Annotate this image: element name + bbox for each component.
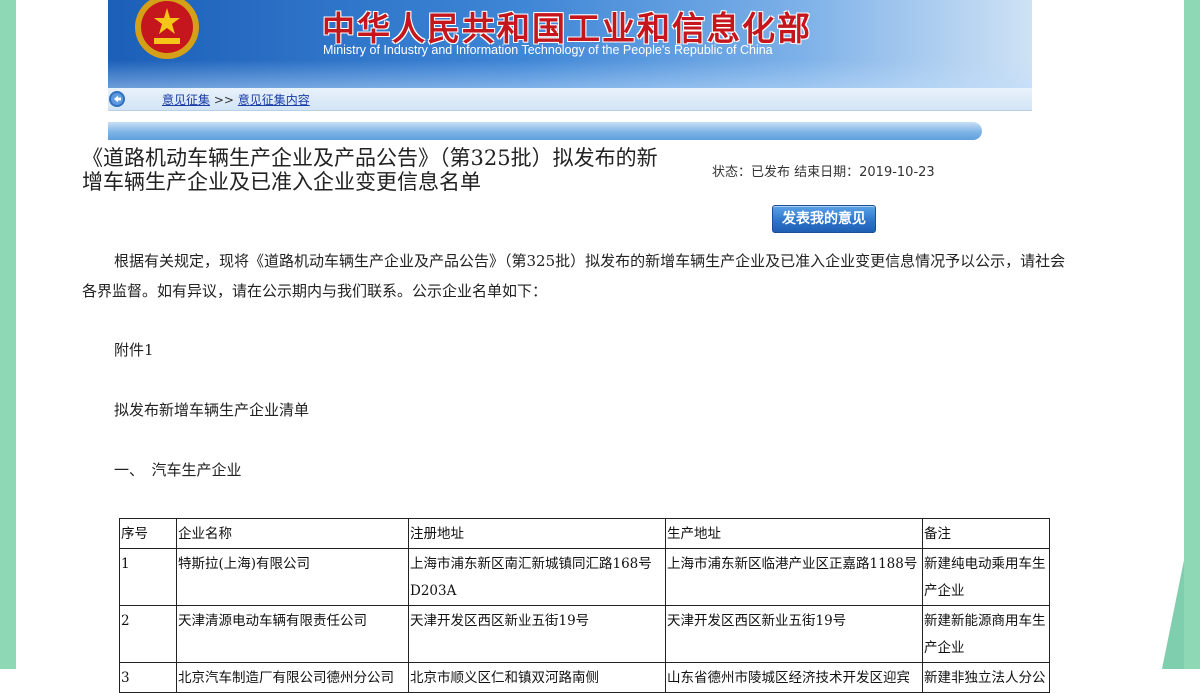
table-cell: 上海市浦东新区临港产业区正嘉路1188号 xyxy=(665,548,923,606)
corner-decoration xyxy=(1162,560,1184,669)
table-cell: 天津开发区西区新业五街19号 xyxy=(408,605,666,663)
site-banner: 中华人民共和国工业和信息化部 Ministry of Industry and … xyxy=(108,0,1032,88)
table-cell: 上海市浦东新区南汇新城镇同汇路168号D203A xyxy=(408,548,666,606)
section-heading: 一、 汽车生产企业 xyxy=(114,461,242,479)
breadcrumb-separator: >> xyxy=(213,93,234,107)
national-emblem-icon xyxy=(135,0,199,59)
right-page-margin xyxy=(1184,0,1200,669)
intro-paragraph: 根据有关规定，现将《道路机动车辆生产企业及产品公告》（第325批）拟发布的新增车… xyxy=(82,252,1066,300)
status-text: 状态：已发布 结束日期：2019-10-23 xyxy=(712,165,935,180)
table-cell: 3 xyxy=(119,662,177,693)
list-title: 拟发布新增车辆生产企业清单 xyxy=(114,401,310,419)
enterprise-table: 序号 企业名称 注册地址 生产地址 备注 1 特斯拉(上海)有限公司 上海市浦东… xyxy=(119,518,1050,693)
table-cell: 特斯拉(上海)有限公司 xyxy=(176,548,409,606)
table-header-cell: 企业名称 xyxy=(176,518,409,549)
table-cell: 北京市顺义区仁和镇双河路南侧 xyxy=(408,662,666,693)
breadcrumb-link-opinion-content[interactable]: 意见征集内容 xyxy=(238,93,310,107)
table-cell: 天津开发区西区新业五街19号 xyxy=(665,605,923,663)
left-page-margin xyxy=(0,0,16,669)
table-cell: 天津清源电动车辆有限责任公司 xyxy=(176,605,409,663)
table-header-cell: 注册地址 xyxy=(408,518,666,549)
attachment-label: 附件1 xyxy=(114,341,154,359)
table-row: 3 北京汽车制造厂有限公司德州分公司 北京市顺义区仁和镇双河路南侧 山东省德州市… xyxy=(119,662,1050,693)
table-cell: 新建非独立法人分公 xyxy=(922,662,1050,693)
table-cell: 新建纯电动乘用车生产企业 xyxy=(922,548,1050,606)
table-row: 2 天津清源电动车辆有限责任公司 天津开发区西区新业五街19号 天津开发区西区新… xyxy=(119,605,1050,663)
table-header-row: 序号 企业名称 注册地址 生产地址 备注 xyxy=(119,518,1050,549)
table-cell: 1 xyxy=(119,548,177,606)
ministry-subtitle: Ministry of Industry and Information Tec… xyxy=(323,43,773,57)
huabiao-pillar-icon xyxy=(1008,0,1032,88)
table-cell: 2 xyxy=(119,605,177,663)
breadcrumb-link-opinions[interactable]: 意见征集 xyxy=(162,93,210,107)
table-cell: 新建新能源商用车生产企业 xyxy=(922,605,1050,663)
table-row: 1 特斯拉(上海)有限公司 上海市浦东新区南汇新城镇同汇路168号D203A 上… xyxy=(119,548,1050,606)
table-header-cell: 序号 xyxy=(119,518,177,549)
table-header-cell: 备注 xyxy=(922,518,1050,549)
table-header-cell: 生产地址 xyxy=(665,518,923,549)
arrow-circle-icon xyxy=(109,91,125,107)
decorative-blue-bar xyxy=(108,122,982,140)
submit-opinion-button[interactable]: 发表我的意见 xyxy=(772,205,876,233)
page-title: 《道路机动车辆生产企业及产品公告》（第325批）拟发布的新增车辆生产企业及已准入… xyxy=(82,146,658,194)
table-cell: 北京汽车制造厂有限公司德州分公司 xyxy=(176,662,409,693)
breadcrumb: 意见征集 >> 意见征集内容 xyxy=(162,91,310,108)
table-cell: 山东省德州市陵城区经济技术开发区迎宾 xyxy=(665,662,923,693)
breadcrumb-bar: 意见征集 >> 意见征集内容 xyxy=(108,88,1032,111)
